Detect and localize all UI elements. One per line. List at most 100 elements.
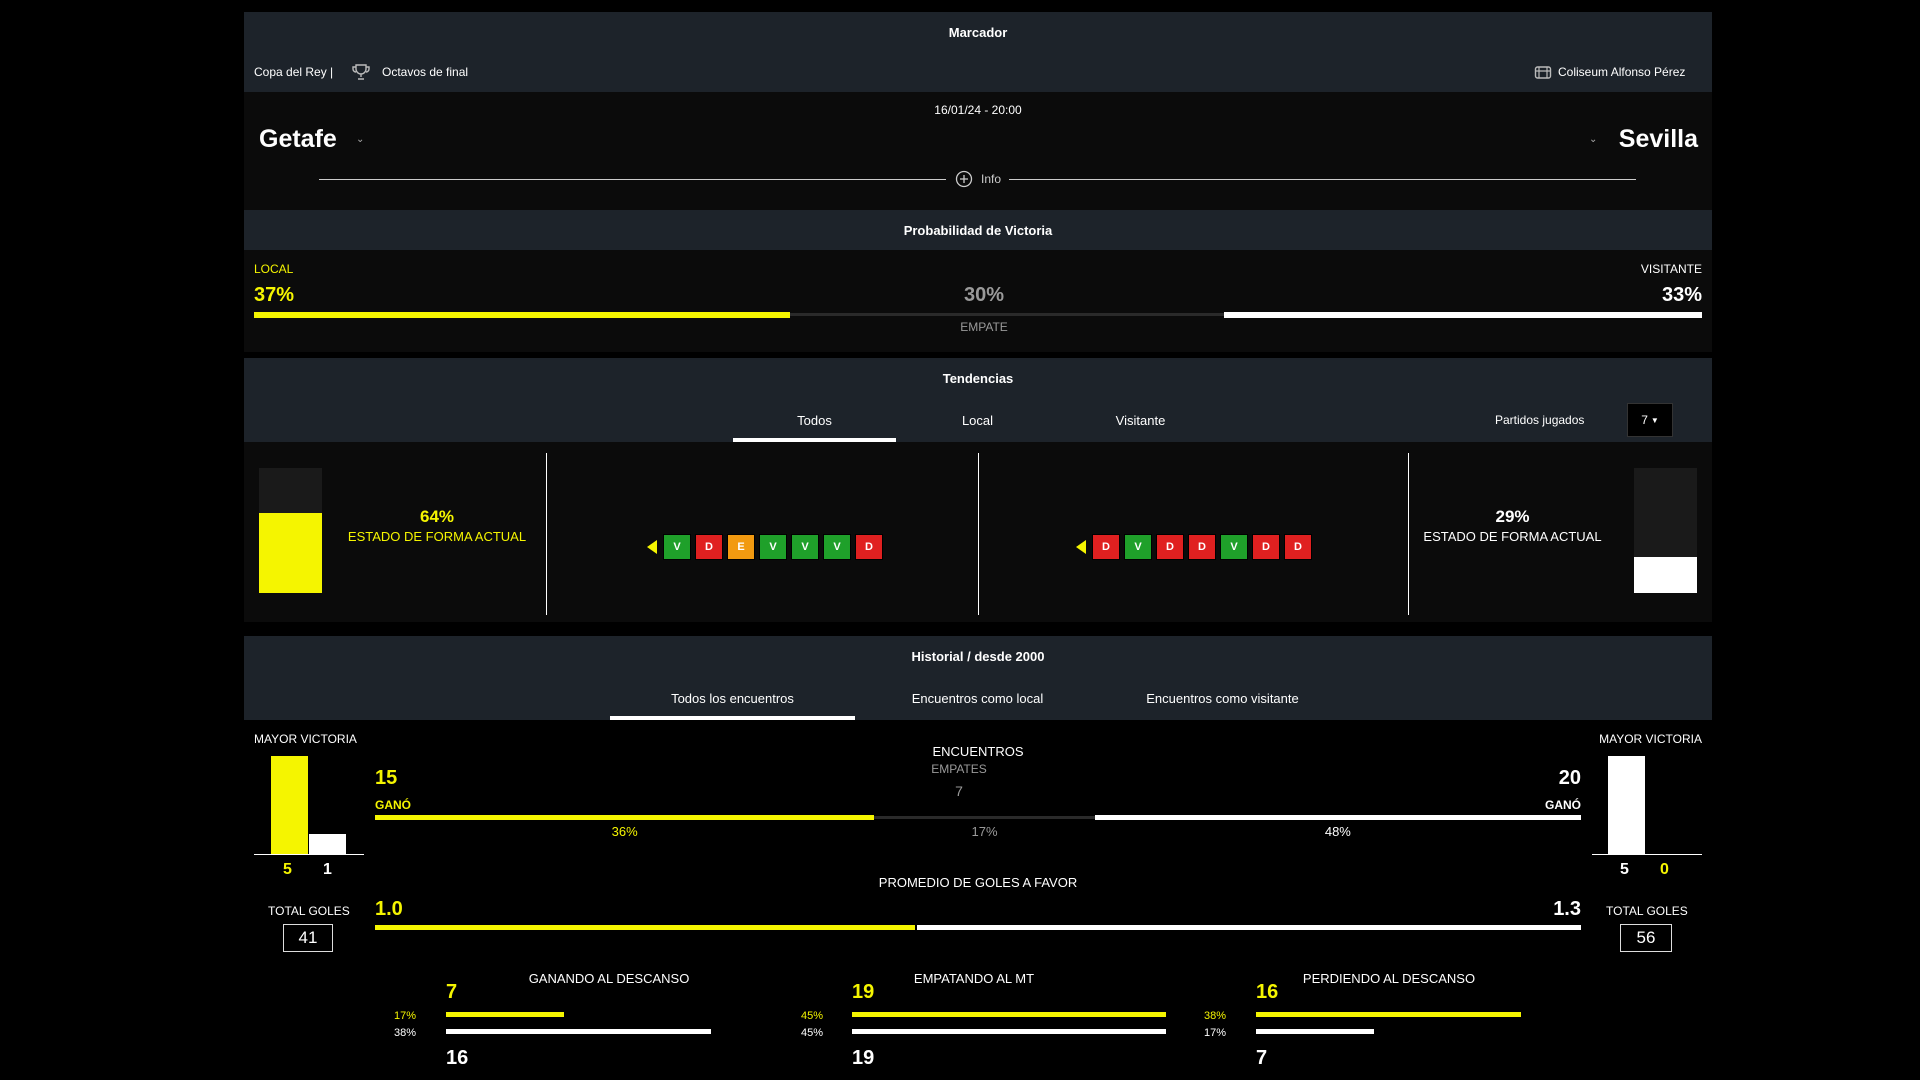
divider (1408, 453, 1409, 615)
halftime-home-bar (852, 1012, 1166, 1017)
history-tabbar: Todos los encuentros Encuentros como loc… (244, 676, 1712, 720)
home-total-goals-label: TOTAL GOLES (268, 904, 350, 918)
info-toggle[interactable]: Info (981, 172, 1001, 186)
match-widget: Marcador Copa del Rey | Octavos de final… (244, 12, 1712, 1080)
chevron-down-icon[interactable]: ⌄ (356, 134, 364, 145)
halftime-away-bar (852, 1029, 1166, 1034)
info-plus-icon[interactable] (955, 170, 973, 193)
away-probability-bar (1224, 312, 1702, 318)
away-form-gauge-fill (1634, 556, 1697, 593)
chevron-down-icon[interactable]: ⌄ (1589, 134, 1597, 145)
away-team-name[interactable]: Sevilla (1619, 125, 1698, 154)
result-badge[interactable]: D (1252, 534, 1280, 560)
home-total-goals-box: 41 (283, 924, 333, 952)
result-badge[interactable]: E (727, 534, 755, 560)
result-badge[interactable]: D (1284, 534, 1312, 560)
divider (319, 179, 946, 180)
away-results-strip: DVDDVDD (1076, 534, 1312, 560)
tab-away-matches[interactable]: Encuentros como visitante (1100, 676, 1345, 720)
trends-title: Tendencias (942, 370, 1014, 386)
halftime-home-count: 19 (852, 981, 875, 1003)
away-label: VISITANTE (1640, 262, 1702, 276)
arrow-left-icon (1076, 540, 1086, 554)
tab-label: Visitante (1115, 412, 1166, 428)
tab-label: Todos (797, 412, 832, 428)
matches-played-select[interactable]: 7 ▼ (1627, 403, 1673, 437)
away-wins: 20 (1558, 767, 1581, 789)
home-total-goals: 41 (298, 928, 318, 947)
draws-count: 7 (955, 783, 963, 799)
tab-label: Encuentros como local (911, 690, 1044, 706)
divider (1009, 179, 1636, 180)
tab-all-matches[interactable]: Todos los encuentros (610, 676, 855, 720)
halftime-home-pct: 38% (1204, 1010, 1227, 1022)
away-form-pct: 29% (1495, 507, 1530, 526)
result-badge[interactable]: V (1220, 534, 1248, 560)
match-datetime: 16/01/24 - 20:00 (934, 103, 1022, 117)
stadium-icon (1534, 64, 1552, 85)
home-team-name[interactable]: Getafe (259, 125, 337, 154)
history-panel: MAYOR VICTORIA 5 1 TOTAL GOLES 41 ENCUEN… (244, 720, 1712, 1080)
result-badge[interactable]: V (663, 534, 691, 560)
away-biggest-win-bar-scored (1608, 756, 1645, 854)
result-badge[interactable]: D (855, 534, 883, 560)
away-total-goals-box: 56 (1620, 924, 1672, 952)
away-total-goals: 56 (1636, 928, 1656, 947)
away-win-pct: 48% (1324, 824, 1351, 839)
home-label: LOCAL (254, 262, 294, 276)
encounters-label: ENCUENTROS (932, 744, 1024, 759)
halftime-away-count: 19 (852, 1047, 875, 1069)
away-form-label: ESTADO DE FORMA ACTUAL (1423, 529, 1602, 544)
probability-panel: LOCAL 37% 30% EMPATE VISITANTE 33% (244, 250, 1712, 352)
result-badge[interactable]: V (823, 534, 851, 560)
result-badge[interactable]: D (695, 534, 723, 560)
result-badge[interactable]: D (1092, 534, 1120, 560)
draw-pct: 17% (971, 824, 998, 839)
result-badge[interactable]: D (1156, 534, 1184, 560)
away-biggest-conceded: 0 (1660, 861, 1669, 878)
halftime-away-pct: 45% (801, 1027, 824, 1039)
home-results-strip: VDEVVVD (647, 534, 883, 560)
probability-title: Probabilidad de Victoria (903, 222, 1053, 238)
result-badge[interactable]: V (1124, 534, 1152, 560)
trends-header: Tendencias (244, 358, 1712, 398)
home-probability-bar (254, 312, 790, 318)
away-avg-goals: 1.3 (1553, 898, 1581, 920)
scoreboard-title: Marcador (948, 24, 1008, 40)
probability-header: Probabilidad de Victoria (244, 210, 1712, 250)
home-avg-goals-bar (375, 925, 916, 930)
result-badge[interactable]: D (1188, 534, 1216, 560)
tab-all[interactable]: Todos (733, 398, 896, 442)
home-won-label: GANÓ (375, 798, 411, 812)
axis-line (1592, 854, 1702, 855)
result-badge[interactable]: V (759, 534, 787, 560)
tab-away[interactable]: Visitante (1059, 398, 1222, 442)
home-win-pct: 36% (611, 824, 638, 839)
tab-home-matches[interactable]: Encuentros como local (855, 676, 1100, 720)
halftime-away-count: 16 (446, 1047, 469, 1069)
halftime-away-bar (1256, 1029, 1375, 1034)
home-wins-bar (375, 815, 875, 820)
competition-name[interactable]: Copa del Rey | (254, 65, 333, 79)
home-avg-goals: 1.0 (375, 898, 403, 920)
away-won-label: GANÓ (1545, 798, 1581, 812)
tab-home[interactable]: Local (896, 398, 1059, 442)
axis-line (254, 854, 364, 855)
avg-goals-label: PROMEDIO DE GOLES A FAVOR (878, 875, 1078, 890)
halftime-home-bar (1256, 1012, 1521, 1017)
home-form-pct: 64% (419, 507, 455, 526)
caret-down-icon: ▼ (1650, 415, 1659, 425)
away-biggest-win-label: MAYOR VICTORIA (1599, 732, 1702, 746)
home-form-gauge-fill (259, 513, 322, 593)
away-wins-bar (1094, 815, 1581, 820)
halftime-label: EMPATANDO AL MT (913, 971, 1035, 986)
match-panel: 16/01/24 - 20:00 Getafe ⌄ ⌄ Sevilla Info (244, 92, 1712, 210)
halftime-away-pct: 17% (1204, 1027, 1227, 1039)
round-name[interactable]: Octavos de final (382, 65, 468, 79)
result-badge[interactable]: V (791, 534, 819, 560)
arrow-left-icon (647, 540, 657, 554)
scoreboard-header: Marcador (244, 12, 1712, 52)
stadium-name: Coliseum Alfonso Pérez (1558, 65, 1686, 79)
halftime-away-count: 7 (1256, 1047, 1268, 1069)
away-win-pct: 33% (1661, 284, 1702, 306)
